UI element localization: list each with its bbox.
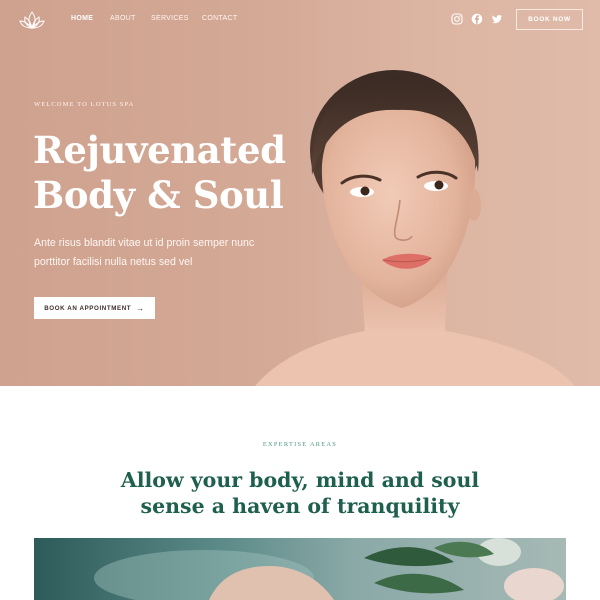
hero-lead-text: Ante risus blandit vitae ut id proin sem… [34,234,279,271]
book-now-button[interactable]: BOOK NOW [516,9,583,30]
hero-section: HOME ABOUT SERVICES CONTACT BOOK NOW WEL… [0,0,600,386]
nav-link-home[interactable]: HOME [71,15,93,22]
spa-treatment-image [34,538,566,600]
nav-link-services[interactable]: SERVICES [151,15,189,22]
twitter-icon[interactable] [491,13,503,25]
expertise-title-line-2: sense a haven of tranquility [140,494,460,518]
hero-eyebrow: WELCOME TO LOTUS SPA [34,101,135,108]
expertise-title: Allow your body, mind and soul sense a h… [0,467,600,519]
hero-lead-line-1: Ante risus blandit vitae ut id proin sem… [34,237,255,249]
hero-lead-line-2: porttitor facilisi nulla netus sed vel [34,255,193,268]
facebook-icon[interactable] [471,13,483,25]
book-appointment-button[interactable]: BOOK AN APPOINTMENT → [34,297,155,319]
hero-headline-line-1: Rejuvenated [33,128,286,172]
book-appointment-label: BOOK AN APPOINTMENT [44,304,132,312]
nav-link-about[interactable]: ABOUT [110,15,136,22]
top-navigation: HOME ABOUT SERVICES CONTACT BOOK NOW [0,0,600,40]
instagram-icon[interactable] [451,13,463,25]
expertise-eyebrow: EXPERTISE AREAS [262,441,338,448]
hero-headline: Rejuvenated Body & Soul [33,128,293,218]
nav-link-contact[interactable]: CONTACT [202,15,237,22]
expertise-title-line-1: Allow your body, mind and soul [120,468,480,492]
lotus-icon[interactable] [18,9,46,31]
hero-headline-line-2: Body & Soul [33,173,284,217]
arrow-right-icon: → [136,303,145,313]
